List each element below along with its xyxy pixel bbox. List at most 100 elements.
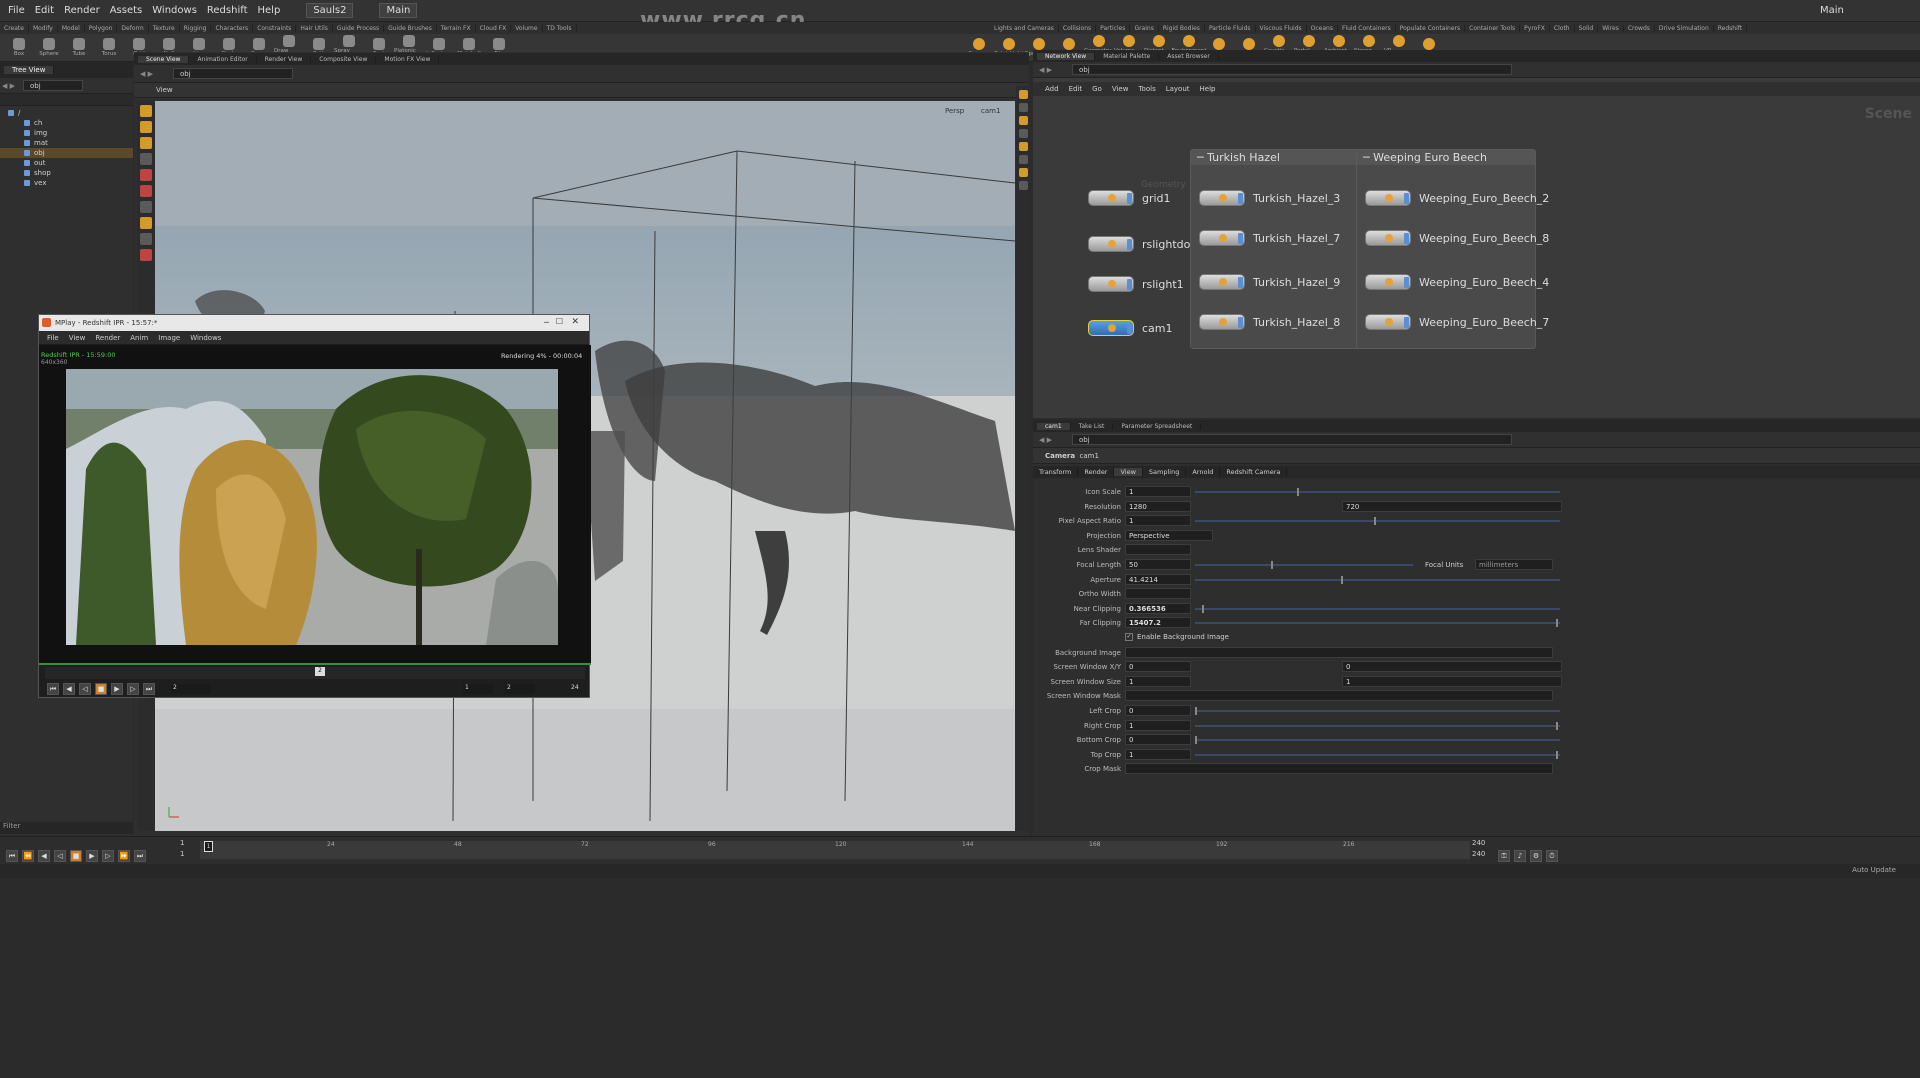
parm-field[interactable]: 0 [1125,661,1191,673]
shelf-tab[interactable]: Populate Containers [1396,24,1466,32]
parm-field[interactable] [1125,544,1191,556]
slider-knob[interactable] [1556,750,1559,759]
parm-field[interactable] [1125,588,1191,600]
box-collapse-icon[interactable]: ─ [1197,151,1207,164]
tree-item[interactable]: mat [0,138,133,148]
slider-knob[interactable] [1195,736,1197,745]
frame-field[interactable]: 1 [180,839,184,847]
ipr-range-start[interactable]: 1 [463,684,493,694]
shelf-tab[interactable]: Collisions [1059,24,1097,32]
cam-menu[interactable]: cam1 [981,107,1000,115]
shelf-tab[interactable]: TD Tools [543,24,577,32]
parm-slider[interactable] [1195,707,1560,715]
persp-menu[interactable]: Persp [945,107,965,115]
checkbox-icon[interactable]: ✓ [1125,633,1133,641]
parm-field[interactable] [1125,763,1553,775]
shelf-tab[interactable]: Redshift [1714,24,1748,32]
network-tab[interactable]: Network View [1037,52,1096,60]
realtime-icon[interactable]: ⏱ [1546,850,1558,862]
network-node[interactable]: Turkish_Hazel_7 [1199,230,1340,246]
prev-key-button[interactable]: ⏪ [22,850,34,862]
minimize-icon[interactable]: ─ [544,318,549,327]
shelf-tab[interactable]: Create [0,24,29,32]
parm-field[interactable]: 1 [1125,486,1191,497]
shelf-tab[interactable]: Modify [29,24,58,32]
shelf-tool-button[interactable]: Sphere [34,35,64,61]
shelf-tab[interactable]: Cloud FX [476,24,512,32]
ipr-play-button[interactable]: ▶ [111,683,123,695]
node-name-field[interactable]: cam1 [1080,452,1099,460]
shelf-tab[interactable]: Fluid Containers [1338,24,1396,32]
shading-icon[interactable] [1018,116,1028,125]
ipr-timeline[interactable]: 2 [45,667,585,679]
shelf-tab[interactable]: Particles [1096,24,1131,32]
ghost-icon[interactable] [1018,142,1028,151]
end-frame-field-2[interactable]: 240 [1472,850,1485,858]
network-box-weeping-euro-beech[interactable]: ─ Weeping Euro Beech Weeping_Euro_Beech_… [1356,149,1549,349]
ipr-menu-item[interactable]: Windows [190,334,221,342]
parm-subtab[interactable]: Redshift Camera [1220,468,1288,476]
shelf-tab[interactable]: Grains [1130,24,1159,32]
shelf-tab[interactable]: Cloth [1550,24,1575,32]
menu-windows[interactable]: Windows [152,5,197,16]
menu-assets[interactable]: Assets [110,5,143,16]
parm-slider[interactable] [1195,750,1560,759]
shelf-tab[interactable]: Volume [511,24,543,32]
ipr-stop-button[interactable]: ■ [95,683,107,695]
parm-field[interactable]: 1 [1125,748,1191,760]
parm-slider[interactable] [1195,517,1560,526]
shelf-tab[interactable]: Lights and Cameras [990,24,1059,32]
start-frame-field[interactable]: 1 [180,850,184,858]
mplay-ipr-window[interactable]: MPlay - Redshift IPR - 15:57:* ─ ☐ ✕ Fil… [38,314,591,698]
parm-subtab[interactable]: View [1114,468,1143,476]
main-selector[interactable]: Main [379,3,418,18]
shelf-tab[interactable]: Texture [149,24,180,32]
play-button[interactable]: ▶ [86,850,98,862]
wireframe-icon[interactable] [1018,129,1028,138]
timeline-cursor[interactable]: 1 [204,841,213,852]
menu-help[interactable]: Help [258,5,281,16]
network-menu-item[interactable]: Go [1092,85,1102,93]
key-icon[interactable]: ⚿ [1498,850,1510,862]
close-icon[interactable]: ✕ [571,317,579,327]
network-menu-item[interactable]: Help [1200,85,1216,93]
parm-units-menu[interactable]: millimeters [1475,559,1553,570]
shelf-tab[interactable]: Constraints [253,24,297,32]
network-tab[interactable]: Material Palette [1095,52,1160,60]
network-menu-item[interactable]: Edit [1069,85,1083,93]
network-node[interactable]: Weeping_Euro_Beech_8 [1365,230,1549,246]
network-node[interactable]: rslight1 [1088,276,1184,292]
tree-item[interactable]: out [0,158,133,168]
parm-slider[interactable] [1195,619,1560,628]
parm-field[interactable]: 1 [1125,515,1191,527]
slider-knob[interactable] [1271,561,1274,569]
parm-tab[interactable]: Take List [1071,422,1114,430]
ipr-prev-key-button[interactable]: ◀ [63,683,75,695]
tab-tree-view[interactable]: Tree View [4,66,55,74]
display-icon[interactable] [1018,90,1028,99]
ipr-menu-item[interactable]: Image [158,334,180,342]
handle-tool-icon[interactable] [140,137,152,149]
shelf-tab[interactable]: Deform [117,24,149,32]
shelf-tab[interactable]: Solid [1575,24,1599,32]
parm-tab[interactable]: cam1 [1037,422,1071,430]
network-node[interactable]: Turkish_Hazel_3 [1199,190,1340,206]
tree-path-field[interactable]: obj [23,80,83,91]
parm-field[interactable]: 1 [1125,719,1191,731]
ipr-play-back-button[interactable]: ◁ [79,683,91,695]
shelf-tab[interactable]: Guide Brushes [384,24,437,32]
box-collapse-icon[interactable]: ─ [1363,151,1373,164]
network-node[interactable]: cam1 [1088,320,1173,336]
shelf-tab[interactable]: Guide Process [333,24,385,32]
brush-icon[interactable] [140,169,152,181]
tree-item[interactable]: / [0,108,133,118]
shelf-tab[interactable]: Terrain FX [437,24,476,32]
network-menu-item[interactable]: Tools [1138,85,1155,93]
parm-field[interactable]: Perspective [1125,529,1213,541]
shelf-tab[interactable]: Particle Fluids [1205,24,1256,32]
desktop-selector[interactable]: Sauls2 [306,3,354,18]
last-frame-button[interactable]: ⏭ [134,850,146,862]
play-reverse-button[interactable]: ◁ [54,850,66,862]
ipr-menu-item[interactable]: Render [95,334,120,342]
ipr-range-end[interactable]: 2 [505,684,535,694]
